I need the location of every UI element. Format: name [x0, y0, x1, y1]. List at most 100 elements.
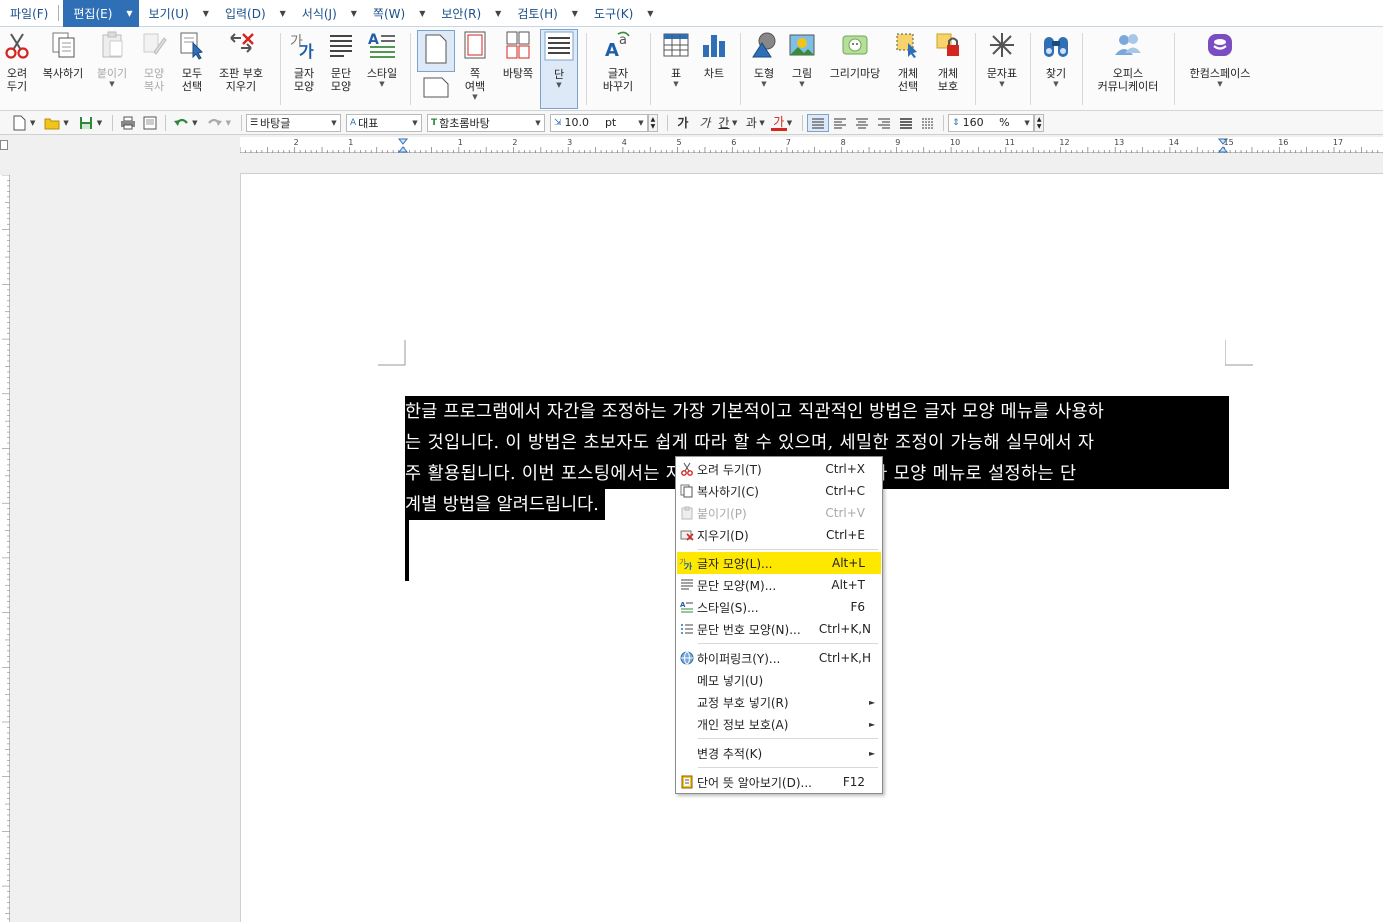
- copy-button[interactable]: 복사하기: [38, 29, 88, 80]
- char-replace-button[interactable]: Aa 글자 바꾸기: [596, 29, 640, 93]
- chevron-down-icon[interactable]: ▼: [1217, 80, 1222, 88]
- para-shape-button[interactable]: 문단 모양: [325, 29, 357, 93]
- line-spacing-select[interactable]: ⇕ 160 % ▼: [948, 113, 1035, 132]
- align-split-icon[interactable]: [917, 114, 939, 132]
- ctx-privacy[interactable]: 개인 정보 보호(A) ►: [677, 713, 881, 735]
- horizontal-ruler[interactable]: 2 1 1 2 3 4 5 6 7 8 9 10 11 12 13 14 15 16 17: [240, 137, 1383, 153]
- language-select[interactable]: A 대표 ▼: [345, 113, 422, 132]
- clear-marks-button[interactable]: 조판 부호 지우기: [214, 29, 268, 93]
- print-icon[interactable]: [117, 114, 139, 132]
- ctx-track-changes[interactable]: 변경 추적(K) ►: [677, 742, 881, 764]
- menu-edit[interactable]: 편집(E) ▼: [63, 0, 139, 27]
- bg-page-button[interactable]: 바탕쪽: [498, 29, 538, 80]
- paste-button[interactable]: 붙이기 ▼: [94, 29, 130, 88]
- chevron-down-icon[interactable]: ▼: [379, 80, 384, 88]
- chevron-down-icon[interactable]: ▼: [192, 119, 197, 127]
- obj-protect-button[interactable]: 개체 보호: [930, 29, 966, 93]
- drawing-button[interactable]: 그리기마당: [824, 29, 886, 80]
- find-button[interactable]: 찾기 ▼: [1038, 29, 1074, 88]
- chevron-down-icon[interactable]: ▼: [328, 119, 340, 127]
- ctx-char-shape[interactable]: 가가 글자 모양(L)... Alt+L: [677, 552, 881, 574]
- char-shape-button[interactable]: 가가 글자 모양: [288, 29, 320, 93]
- chevron-down-icon[interactable]: ▼: [495, 9, 501, 18]
- ruler-corner-button[interactable]: [0, 140, 8, 150]
- chevron-down-icon[interactable]: ▼: [472, 93, 477, 101]
- menu-review[interactable]: 검토(H) ▼: [507, 0, 584, 27]
- cut-button[interactable]: 오려 두기: [2, 29, 32, 93]
- vertical-ruler[interactable]: [0, 174, 10, 922]
- office-communicator-button[interactable]: 오피스 커뮤니케이터: [1090, 29, 1166, 93]
- font-color-button[interactable]: 가: [770, 115, 787, 131]
- chevron-down-icon[interactable]: ▼: [409, 119, 421, 127]
- print-preview-icon[interactable]: [139, 114, 161, 132]
- chevron-down-icon[interactable]: ▼: [799, 80, 804, 88]
- italic-button[interactable]: 가: [694, 114, 716, 132]
- ctx-delete[interactable]: 지우기(D) Ctrl+E: [677, 524, 881, 546]
- picture-button[interactable]: 그림 ▼: [786, 29, 818, 88]
- align-justify-icon[interactable]: [807, 113, 830, 132]
- line-spacing-spinner[interactable]: ▲ ▼: [1034, 113, 1045, 132]
- menu-file[interactable]: 파일(F): [0, 0, 54, 27]
- chevron-down-icon[interactable]: ▼: [556, 81, 561, 89]
- select-all-button[interactable]: 모두 선택: [176, 29, 208, 93]
- style-button[interactable]: A 스타일 ▼: [362, 29, 402, 88]
- underline-button[interactable]: 간: [716, 114, 732, 132]
- obj-select-button[interactable]: 개체 선택: [892, 29, 924, 93]
- redo-icon[interactable]: [204, 114, 226, 132]
- ctx-style[interactable]: A 스타일(S)... F6: [677, 596, 881, 618]
- undo-icon[interactable]: [170, 114, 192, 132]
- format-copy-button[interactable]: 모양 복사: [138, 29, 170, 93]
- strikethrough-button[interactable]: 과: [743, 114, 759, 132]
- menu-page[interactable]: 쪽(W) ▼: [363, 0, 431, 27]
- page-margin-button[interactable]: 쪽 여백 ▼: [458, 29, 492, 101]
- ctx-hyperlink[interactable]: 하이퍼링크(Y)... Ctrl+K,H: [677, 647, 881, 669]
- column-button[interactable]: 단 ▼: [540, 29, 578, 109]
- font-size-spinner[interactable]: ▲ ▼: [647, 113, 658, 132]
- chevron-down-icon[interactable]: ▼: [647, 9, 653, 18]
- menu-view[interactable]: 보기(U) ▼: [139, 0, 215, 27]
- shape-button[interactable]: 도형 ▼: [748, 29, 780, 88]
- symbol-button[interactable]: 문자표 ▼: [982, 29, 1022, 88]
- align-left-icon[interactable]: [829, 114, 851, 132]
- ctx-copy[interactable]: 복사하기(C) Ctrl+C: [677, 480, 881, 502]
- font-select[interactable]: T 함초롬바탕 ▼: [426, 113, 545, 132]
- chevron-down-icon[interactable]: ▼: [30, 119, 35, 127]
- align-right-icon[interactable]: [873, 114, 895, 132]
- ctx-para-shape[interactable]: 문단 모양(M)... Alt+T: [677, 574, 881, 596]
- chevron-down-icon[interactable]: ▼: [1053, 80, 1058, 88]
- ctx-memo[interactable]: 메모 넣기(U): [677, 669, 881, 691]
- style-select[interactable]: ☰ 바탕글 ▼: [245, 113, 341, 132]
- chevron-down-icon[interactable]: ▼: [999, 80, 1004, 88]
- menu-tools[interactable]: 도구(K) ▼: [584, 0, 659, 27]
- chevron-down-icon[interactable]: ▼: [1021, 119, 1033, 127]
- chevron-down-icon[interactable]: ▼: [635, 119, 647, 127]
- chevron-down-icon[interactable]: ▼: [126, 9, 132, 18]
- chevron-down-icon[interactable]: ▼: [572, 9, 578, 18]
- chevron-down-icon[interactable]: ▼: [673, 80, 678, 88]
- chevron-down-icon[interactable]: ▼: [761, 80, 766, 88]
- menu-format[interactable]: 서식(J) ▼: [292, 0, 363, 27]
- chevron-down-icon[interactable]: ▼: [203, 9, 209, 18]
- ctx-proof-mark[interactable]: 교정 부호 넣기(R) ►: [677, 691, 881, 713]
- chevron-down-icon[interactable]: ▼: [419, 9, 425, 18]
- chevron-down-icon[interactable]: ▼: [280, 9, 286, 18]
- chart-button[interactable]: 차트: [698, 29, 730, 80]
- save-icon[interactable]: [75, 114, 97, 132]
- bold-button[interactable]: 가: [672, 114, 694, 132]
- chevron-down-icon[interactable]: ▼: [63, 119, 68, 127]
- ctx-cut[interactable]: 오려 두기(T) Ctrl+X: [677, 458, 881, 480]
- chevron-down-icon[interactable]: ▼: [226, 119, 231, 127]
- chevron-down-icon[interactable]: ▼: [732, 119, 737, 127]
- table-button[interactable]: 표 ▼: [660, 29, 692, 88]
- new-document-icon[interactable]: [8, 114, 30, 132]
- ctx-dictionary[interactable]: 단어 뜻 알아보기(D)... F12: [677, 771, 881, 793]
- menu-security[interactable]: 보안(R) ▼: [431, 0, 507, 27]
- chevron-down-icon[interactable]: ▼: [759, 119, 764, 127]
- chevron-down-icon[interactable]: ▼: [532, 119, 544, 127]
- font-size-select[interactable]: ⇲ 10.0 pt ▼: [549, 113, 648, 132]
- page-orientation-button[interactable]: [417, 30, 455, 72]
- chevron-down-icon[interactable]: ▼: [97, 119, 102, 127]
- ctx-paste[interactable]: 붙이기(P) Ctrl+V: [677, 502, 881, 524]
- hancom-space-button[interactable]: 한컴스페이스 ▼: [1182, 29, 1258, 88]
- chevron-down-icon[interactable]: ▼: [787, 119, 792, 127]
